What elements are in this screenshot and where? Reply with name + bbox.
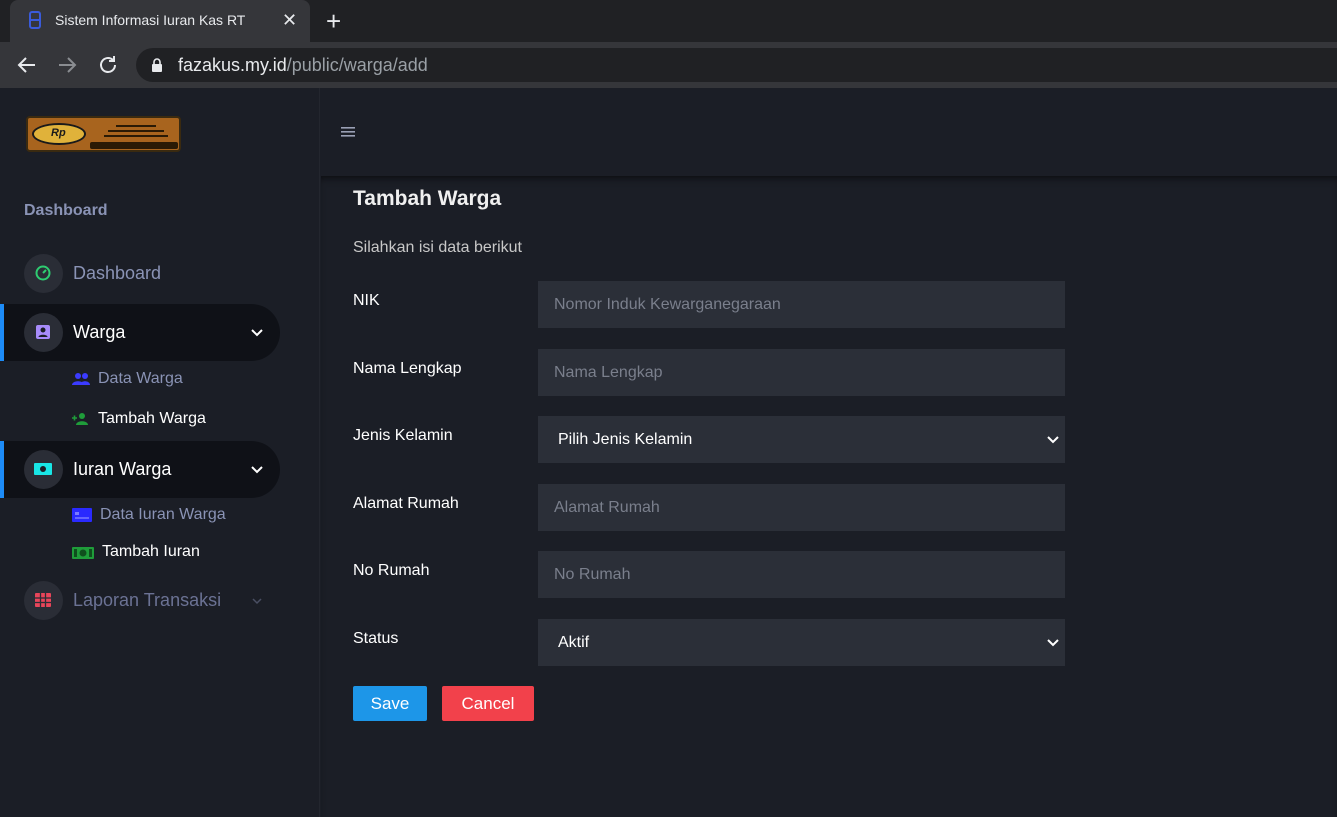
address-bar[interactable]: fazakus.my.id/public/warga/add [136,48,1337,82]
users-icon [72,373,90,385]
forward-icon[interactable] [55,53,79,77]
cancel-button[interactable]: Cancel [442,686,534,721]
save-button[interactable]: Save [353,686,427,721]
menu-icon-circle [24,254,63,293]
no-rumah-input[interactable] [538,551,1065,598]
card-icon [72,508,92,522]
site-favicon-icon [29,11,41,29]
top-navbar [321,88,1337,176]
sidebar-subitem-label: Data Warga [98,370,183,387]
tab-title: Sistem Informasi Iuran Kas RT [55,12,246,28]
menu-icon-circle [24,450,63,489]
user-plus-icon [72,413,88,425]
browser-toolbar: fazakus.my.id/public/warga/add [0,42,1337,88]
chevron-down-icon[interactable] [250,326,264,340]
nik-input[interactable] [538,281,1065,328]
sidebar-item-iuran-warga[interactable]: Iuran Warga [0,441,280,498]
url-path: /public/warga/add [286,55,428,75]
lock-icon [152,58,162,72]
app-logo[interactable]: Rp [26,116,181,152]
tab-close-icon[interactable]: ✕ [282,9,297,31]
sidebar-item-label: Warga [73,322,126,342]
jenis-kelamin-select[interactable]: Pilih Jenis Kelamin [538,416,1065,463]
grid-icon [35,593,51,607]
sidebar-subitem-label: Data Iuran Warga [100,506,226,523]
reload-icon[interactable] [96,53,120,77]
money-icon [34,463,52,475]
new-tab-icon[interactable]: + [326,7,341,35]
browser-tab[interactable]: Sistem Informasi Iuran Kas RT ✕ [10,0,310,42]
status-value: Aktif [558,634,590,651]
url-host: fazakus.my.id [178,55,287,75]
nik-label: NIK [353,292,380,309]
logo-coin-icon: Rp [32,123,86,145]
sidebar: Rp Dashboard Dashboard Warga Data Warga … [0,88,320,817]
sidebar-item-dashboard[interactable]: Dashboard [0,245,280,302]
logo-text-lines [96,122,174,144]
hamburger-menu-icon[interactable] [341,126,355,138]
sidebar-item-warga[interactable]: Warga [0,304,280,361]
browser-tabbar: Sistem Informasi Iuran Kas RT ✕ + [0,0,1337,42]
logo-band [90,142,178,149]
user-badge-icon [36,325,50,339]
nama-lengkap-label: Nama Lengkap [353,360,462,377]
no-rumah-label: No Rumah [353,562,430,579]
page-subtitle: Silahkan isi data berikut [353,239,522,256]
status-label: Status [353,630,399,647]
sidebar-item-laporan-transaksi[interactable]: Laporan Transaksi [0,572,280,629]
url-text: fazakus.my.id/public/warga/add [178,55,428,76]
cash-icon [72,547,94,559]
back-icon[interactable] [15,53,39,77]
status-select[interactable]: Aktif [538,619,1065,666]
sidebar-section-title: Dashboard [24,202,108,219]
chevron-down-icon[interactable] [250,463,264,477]
alamat-rumah-input[interactable] [538,484,1065,531]
chevron-down-icon [1047,639,1059,647]
speedometer-icon [35,265,51,281]
nama-lengkap-input[interactable] [538,349,1065,396]
sidebar-subitem-label: Tambah Iuran [102,543,200,560]
alamat-rumah-label: Alamat Rumah [353,495,459,512]
chevron-down-icon [1047,436,1059,444]
sidebar-subitem-label: Tambah Warga [98,410,206,427]
sidebar-item-label: Dashboard [73,263,162,283]
menu-icon-circle [24,581,63,620]
sidebar-item-label: Laporan Transaksi [73,590,222,610]
sidebar-item-label: Iuran Warga [73,459,172,479]
jenis-kelamin-label: Jenis Kelamin [353,427,453,444]
page-title: Tambah Warga [353,187,502,210]
menu-icon-circle [24,313,63,352]
chevron-down-icon[interactable] [250,594,264,608]
jenis-kelamin-value: Pilih Jenis Kelamin [558,431,693,448]
